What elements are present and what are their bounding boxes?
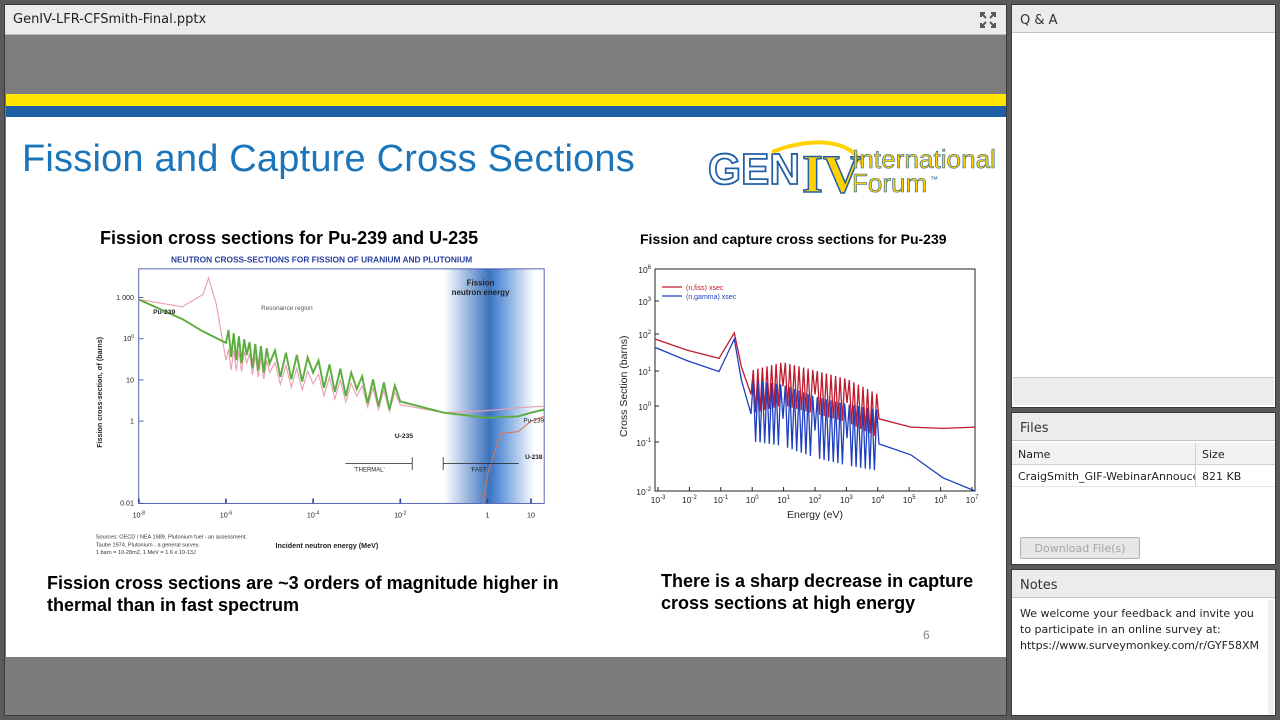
- source-line: Sources: OECD / NEA 1989, Plutonium fuel…: [96, 534, 248, 540]
- x-tick-label: 104: [871, 495, 884, 505]
- y-tick-label: 103: [638, 297, 651, 307]
- logo-gen-text: GEN: [708, 145, 800, 194]
- x-tick-label: 10-2: [394, 510, 407, 519]
- legend-label: (n,fiss) xsec: [686, 285, 724, 292]
- notes-scrollbar[interactable]: [1268, 600, 1274, 715]
- y-tick-label: 10-2: [636, 487, 651, 497]
- qa-message-area: [1013, 35, 1274, 375]
- plot-frame: [654, 268, 976, 492]
- y-tick-label: 1: [130, 417, 134, 425]
- annotation-label: Resonance region: [261, 305, 313, 312]
- presentation-pod: GenIV-LFR-CFSmith-Final.pptx Fission and…: [4, 4, 1007, 716]
- presentation-header: GenIV-LFR-CFSmith-Final.pptx: [5, 5, 1006, 35]
- x-tick-label: 10-3: [651, 495, 666, 505]
- axis-ylabel: Fission cross-section, σf (barns): [96, 336, 104, 447]
- axis-xlabel: Energy (eV): [787, 509, 843, 521]
- logo-tm: ™: [930, 175, 938, 184]
- slide-band-blue: [6, 106, 1006, 117]
- y-tick-label: 100: [123, 334, 134, 343]
- x-tick-label: 10-2: [682, 495, 697, 505]
- chart-sources: Sources: OECD / NEA 1989, Plutonium fuel…: [96, 534, 248, 556]
- qa-header: Q & A: [1012, 5, 1275, 33]
- qa-pod: Q & A: [1011, 4, 1276, 408]
- x-tick-label: 10-8: [133, 510, 146, 519]
- source-line: Taube 1974, Plutonium - a general survey…: [96, 542, 200, 548]
- file-size: 821 KB: [1202, 470, 1242, 483]
- left-chart-heading: Fission cross sections for Pu-239 and U-…: [100, 228, 479, 248]
- files-header: Files: [1012, 413, 1275, 441]
- y-tick-label: 10: [126, 376, 134, 384]
- y-tick-label: 100: [638, 402, 651, 412]
- table-row[interactable]: CraigSmith_GIF-WebinarAnnoucement 821 KB: [1012, 465, 1275, 487]
- qa-input-bar[interactable]: [1013, 377, 1274, 405]
- y-tick-label: 106: [638, 265, 651, 275]
- y-tick-label: 101: [638, 367, 651, 377]
- x-tick-label: 105: [903, 495, 916, 505]
- axis-xlabel: Incident neutron energy (MeV): [275, 542, 378, 550]
- x-tick-label: 100: [746, 495, 759, 505]
- source-line: 1 barn = 10-28m2, 1 MeV = 1.6 x 10-13J: [96, 550, 196, 556]
- notes-text: We welcome your feedback and invite you …: [1020, 607, 1259, 652]
- slide-letterbox: [5, 36, 1006, 94]
- x-tick-label: 1: [485, 512, 489, 520]
- x-tick-label: 101: [777, 495, 790, 505]
- slide-number: 6: [923, 628, 930, 642]
- x-tick-label: 10-1: [713, 495, 728, 505]
- y-tick-label: 0.01: [120, 500, 134, 508]
- fission-cross-section-chart: NEUTRON CROSS-SECTIONS FOR FISSION OF UR…: [96, 255, 545, 556]
- x-tick-label: 10: [527, 512, 535, 520]
- presentation-filename: GenIV-LFR-CFSmith-Final.pptx: [13, 12, 207, 27]
- axis-ylabel: Cross Section (barns): [618, 335, 630, 437]
- expand-arrows-icon: [980, 12, 996, 28]
- chart-title: NEUTRON CROSS-SECTIONS FOR FISSION OF UR…: [171, 255, 472, 265]
- annotation-label: U-235: [395, 433, 414, 440]
- annotation-label: neutron energy: [452, 288, 510, 297]
- annotation-label: Pu-239: [153, 309, 175, 316]
- download-files-button[interactable]: Download File(s): [1020, 537, 1140, 559]
- annotation-label: U-238: [525, 454, 543, 461]
- x-tick-label: 102: [809, 495, 822, 505]
- x-tick-label: 103: [840, 495, 853, 505]
- y-tick-label: 1 000: [116, 294, 134, 302]
- files-column-name[interactable]: Name: [1012, 443, 1196, 464]
- slide-title: Fission and Capture Cross Sections: [22, 138, 635, 180]
- slide: Fission and Capture Cross Sections GEN I…: [6, 94, 1006, 657]
- legend-label: (n,gamma) xsec: [686, 294, 737, 301]
- x-tick-label: 106: [934, 495, 947, 505]
- fission-capture-cross-section-chart: (n,fiss) xsec (n,gamma) xsec 106 103 102 101…: [618, 265, 979, 521]
- left-y-ticks: 1 000 100 10 1 0.01: [116, 294, 144, 508]
- x-tick-label: 107: [966, 495, 979, 505]
- annotation-label: 'THERMAL': [354, 468, 385, 474]
- files-table-header: Name Size: [1012, 443, 1275, 465]
- files-column-size[interactable]: Size: [1196, 443, 1275, 464]
- annotation-label: Fission: [467, 279, 495, 288]
- x-tick-label: 10-4: [307, 510, 320, 519]
- x-tick-label: 10-6: [220, 510, 233, 519]
- file-name: CraigSmith_GIF-WebinarAnnoucement: [1012, 465, 1196, 486]
- y-tick-label: 10-1: [636, 438, 651, 448]
- right-chart-heading: Fission and capture cross sections for P…: [640, 231, 947, 247]
- logo-forum-text: Forum: [852, 168, 927, 198]
- files-pod: Files Name Size CraigSmith_GIF-WebinarAn…: [1011, 412, 1276, 565]
- y-tick-label: 102: [638, 330, 651, 340]
- annotation-label: 'FAST': [470, 468, 487, 474]
- notes-pod: Notes We welcome your feedback and invit…: [1011, 569, 1276, 716]
- slide-band-yellow: [6, 94, 1006, 106]
- gen-iv-logo: GEN IV International Forum ™: [707, 140, 996, 205]
- annotation-label: Pu-239: [523, 417, 544, 424]
- files-table: Name Size CraigSmith_GIF-WebinarAnnoucem…: [1012, 443, 1275, 487]
- notes-header: Notes: [1012, 570, 1275, 598]
- right-takeaway-note: There is a sharp decrease in capture cro…: [661, 571, 974, 613]
- left-takeaway-note: Fission cross sections are ~3 orders of …: [47, 573, 559, 615]
- fullscreen-button[interactable]: [978, 10, 998, 30]
